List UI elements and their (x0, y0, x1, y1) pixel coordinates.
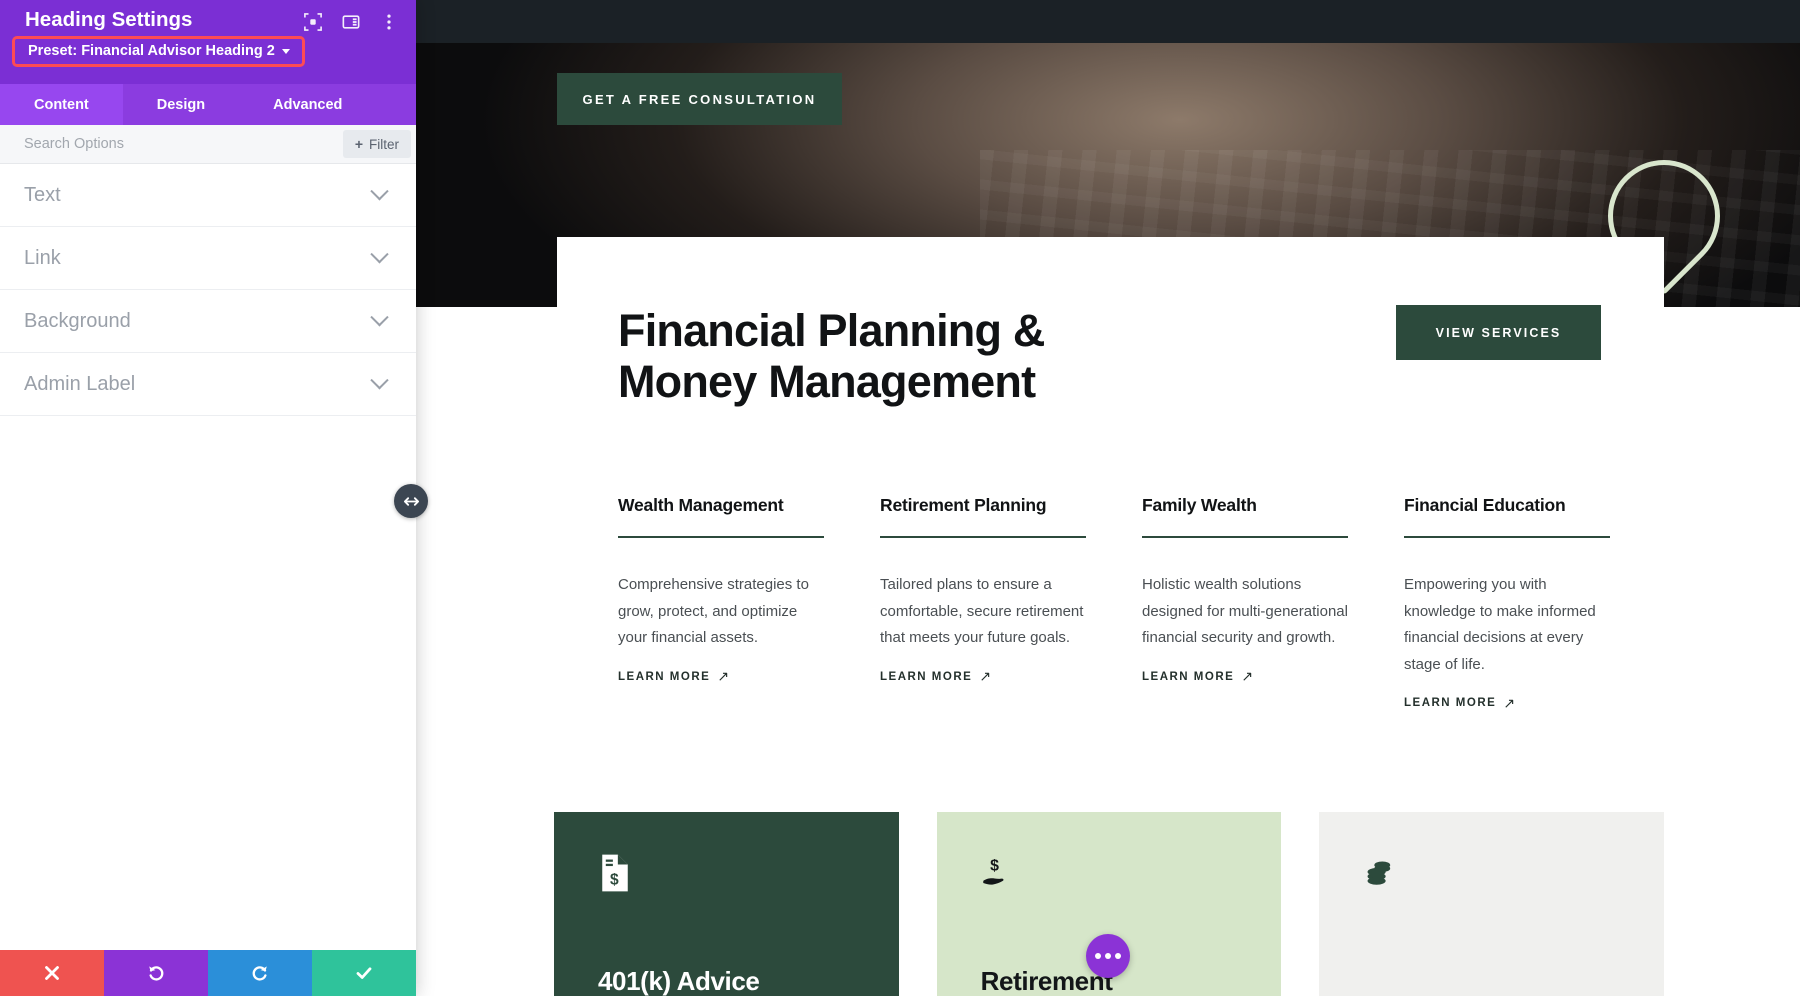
learn-more-label: LEARN MORE (618, 670, 711, 683)
service-description: Empowering you with knowledge to make in… (1404, 576, 1596, 674)
panel-title: Heading Settings (25, 8, 193, 31)
service-divider (1404, 536, 1610, 538)
services-row: Wealth Management Comprehensive strategi… (618, 495, 1618, 711)
learn-more-link[interactable]: LEARN MORE ↗ (618, 668, 731, 685)
learn-more-link[interactable]: LEARN MORE ↗ (880, 668, 993, 685)
preset-selector[interactable]: Preset: Financial Advisor Heading 2 (12, 36, 305, 67)
service-column: Retirement Planning Tailored plans to en… (880, 495, 1086, 684)
service-divider (1142, 536, 1348, 538)
redo-icon (252, 966, 267, 981)
learn-more-link[interactable]: LEARN MORE ↗ (1404, 695, 1517, 712)
document-dollar-icon: $ (602, 854, 628, 892)
save-button[interactable] (312, 950, 416, 996)
service-title: Wealth Management (618, 495, 784, 515)
svg-text:$: $ (990, 858, 999, 875)
panel-footer (0, 950, 416, 996)
arrow-up-right-icon: ↗ (1241, 668, 1255, 685)
feature-card[interactable]: $ 401(k) Advice (554, 812, 899, 996)
undo-button[interactable] (104, 950, 208, 996)
panel-tabs: Content Design Advanced (0, 84, 416, 125)
search-input[interactable] (24, 136, 343, 152)
arrow-up-right-icon: ↗ (979, 668, 993, 685)
more-vertical-icon[interactable] (380, 13, 398, 31)
check-icon (356, 967, 372, 979)
service-description: Tailored plans to ensure a comfortable, … (880, 576, 1084, 647)
arrow-up-right-icon: ↗ (717, 668, 731, 685)
learn-more-label: LEARN MORE (880, 670, 973, 683)
chevron-down-icon (281, 48, 290, 54)
undo-icon (149, 966, 164, 981)
ellipsis-icon-dot (1105, 953, 1111, 959)
tab-design[interactable]: Design (123, 84, 239, 125)
service-divider (880, 536, 1086, 538)
service-divider (618, 536, 824, 538)
panel-header-actions (304, 13, 398, 31)
redo-button[interactable] (208, 950, 312, 996)
plus-icon: + (354, 136, 363, 152)
svg-text:$: $ (610, 871, 619, 888)
service-description: Holistic wealth solutions designed for m… (1142, 576, 1348, 647)
service-column: Family Wealth Holistic wealth solutions … (1142, 495, 1348, 684)
learn-more-label: LEARN MORE (1404, 697, 1497, 710)
chevron-down-icon (370, 244, 389, 263)
section-label: Admin Label (24, 372, 136, 395)
section-label: Background (24, 309, 131, 332)
chevron-down-icon (370, 307, 389, 326)
ellipsis-icon-dot (1115, 953, 1121, 959)
tab-content[interactable]: Content (0, 84, 123, 125)
tab-advanced[interactable]: Advanced (239, 84, 376, 125)
hand-holding-dollar-icon: $ (982, 858, 1004, 885)
service-title: Financial Education (1404, 495, 1566, 515)
search-row: + Filter (0, 125, 416, 164)
section-link[interactable]: Link (0, 227, 416, 290)
coins-stack-icon (1367, 861, 1391, 885)
arrows-horizontal-icon (403, 496, 419, 506)
section-label: Link (24, 246, 61, 269)
options-fab-button[interactable] (1086, 934, 1130, 978)
close-icon (45, 966, 59, 980)
section-text[interactable]: Text (0, 164, 416, 227)
view-services-button[interactable]: VIEW SERVICES (1396, 305, 1601, 360)
filter-button-label: Filter (369, 136, 399, 152)
chevron-down-icon (370, 370, 389, 389)
section-label: Text (24, 183, 61, 206)
heading-settings-panel: Heading Settings Preset: Financial Advis… (0, 0, 416, 996)
section-admin-label[interactable]: Admin Label (0, 353, 416, 416)
learn-more-label: LEARN MORE (1142, 670, 1235, 683)
builder-screen: GET A FREE CONSULTATION Financial Planni… (0, 0, 1800, 996)
feature-card-title: 401(k) Advice (598, 965, 760, 996)
filter-button[interactable]: + Filter (342, 130, 411, 158)
learn-more-link[interactable]: LEARN MORE ↗ (1142, 668, 1255, 685)
service-description: Comprehensive strategies to grow, protec… (618, 576, 809, 647)
layout-columns-icon[interactable] (342, 13, 360, 31)
chevron-down-icon (370, 181, 389, 200)
service-title: Family Wealth (1142, 495, 1257, 515)
service-column: Wealth Management Comprehensive strategi… (618, 495, 824, 684)
panel-header: Heading Settings Preset: Financial Advis… (0, 0, 416, 84)
get-free-consultation-button[interactable]: GET A FREE CONSULTATION (557, 73, 842, 125)
section-background[interactable]: Background (0, 290, 416, 353)
ellipsis-icon-dot (1095, 953, 1101, 959)
page-headline: Financial Planning & Money Management (618, 305, 1045, 408)
panel-resize-handle[interactable] (394, 484, 428, 518)
preset-label: Preset: Financial Advisor Heading 2 (28, 43, 275, 59)
service-column: Financial Education Empowering you with … (1404, 495, 1610, 711)
arrow-up-right-icon: ↗ (1503, 694, 1517, 711)
feature-card[interactable] (1319, 812, 1665, 996)
cancel-button[interactable] (0, 950, 104, 996)
settings-sections: Text Link Background Admin Label (0, 164, 416, 950)
focus-target-icon[interactable] (304, 13, 322, 31)
service-title: Retirement Planning (880, 495, 1047, 515)
